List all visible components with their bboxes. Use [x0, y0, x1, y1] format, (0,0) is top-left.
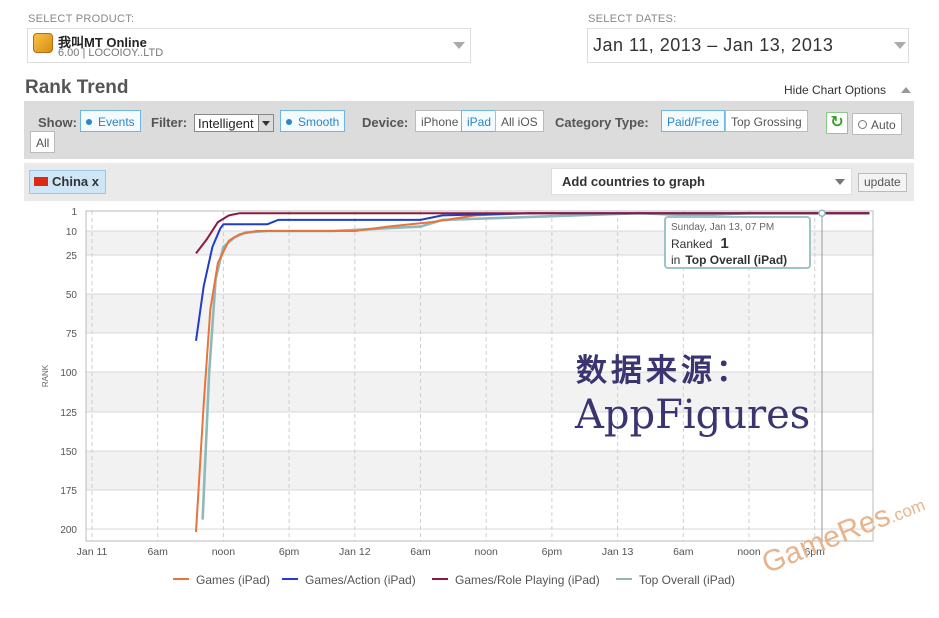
- tooltip-ranked-label: Ranked: [671, 237, 713, 251]
- legend-label: Games/Role Playing (iPad): [455, 573, 600, 587]
- x-tick-label: 6pm: [279, 546, 300, 558]
- x-tick-label: noon: [475, 546, 499, 558]
- y-tick-label: 100: [60, 368, 77, 379]
- y-tick-label: 125: [60, 408, 77, 419]
- x-tick-label: Jan 13: [602, 546, 634, 558]
- y-tick-label: 10: [66, 227, 78, 238]
- x-tick-label: 6am: [147, 546, 168, 558]
- x-tick-label: noon: [212, 546, 236, 558]
- tooltip-date: Sunday, Jan 13, 07 PM: [671, 222, 775, 233]
- watermark-source-en: AppFigures: [575, 392, 811, 438]
- watermark-source-cn: 数据来源：: [576, 353, 751, 389]
- y-tick-label: 175: [60, 486, 77, 497]
- y-axis-label: RANK: [41, 364, 50, 387]
- x-tick-label: Jan 12: [339, 546, 371, 558]
- legend-swatch: [173, 578, 189, 580]
- y-tick-label: 50: [66, 290, 78, 301]
- y-tick-label: 1: [71, 207, 77, 218]
- legend-item-games-action[interactable]: Games/Action (iPad): [282, 573, 416, 587]
- legend-item-top-overall[interactable]: Top Overall (iPad): [616, 573, 735, 587]
- tooltip-category: Top Overall (iPad): [685, 253, 788, 267]
- x-tick-label: Jan 11: [77, 546, 108, 558]
- x-tick-label: 6pm: [542, 546, 563, 558]
- x-tick-label: 6am: [410, 546, 431, 558]
- y-tick-label: 75: [66, 329, 78, 340]
- tooltip-rank-value: 1: [720, 235, 729, 252]
- legend-swatch: [432, 578, 448, 580]
- legend-label: Games/Action (iPad): [305, 573, 416, 587]
- hover-point: [818, 209, 826, 217]
- legend-swatch: [282, 578, 298, 580]
- chart-tooltip: Sunday, Jan 13, 07 PM Ranked 1 in Top Over…: [664, 216, 811, 269]
- y-tick-label: 150: [60, 447, 77, 458]
- y-tick-label: 25: [66, 251, 78, 262]
- legend-item-games-role-playing[interactable]: Games/Role Playing (iPad): [432, 573, 600, 587]
- legend-swatch: [616, 578, 632, 580]
- legend-label: Games (iPad): [196, 573, 271, 587]
- y-tick-label: 200: [60, 525, 77, 536]
- x-tick-label: 6am: [673, 546, 694, 558]
- legend-label: Top Overall (iPad): [639, 573, 736, 587]
- plot-band: [86, 294, 873, 333]
- tooltip-in-label: in: [671, 253, 681, 267]
- legend-item-games[interactable]: Games (iPad): [173, 573, 270, 587]
- rank-trend-chart: 1 10 25 50 75 100 125 150 175 200Jan 11 6am noon 6pm…: [41, 207, 874, 558]
